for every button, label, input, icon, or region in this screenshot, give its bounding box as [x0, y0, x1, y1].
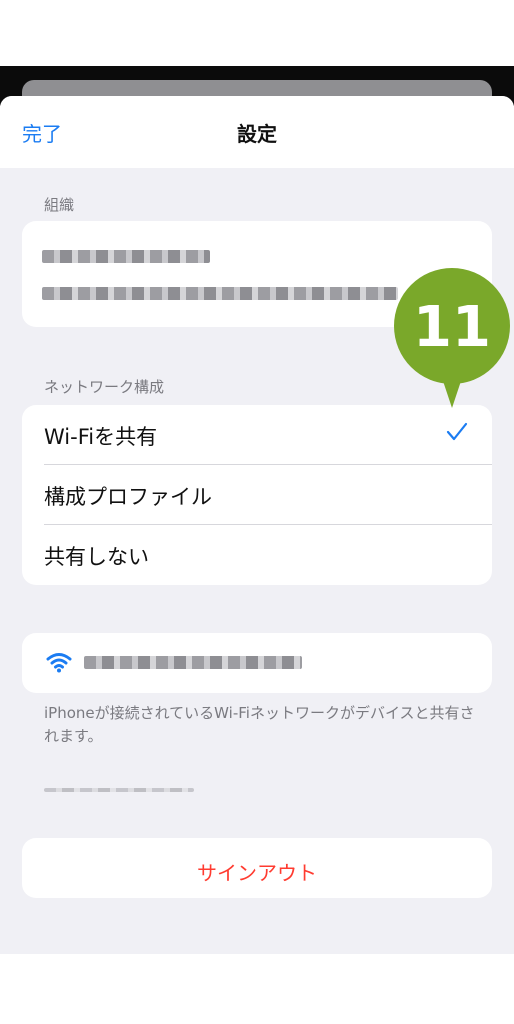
option-label: 共有しない: [44, 545, 149, 569]
step-number-label: 11: [413, 295, 491, 360]
checkmark-icon: [446, 422, 468, 441]
redacted-faint-line: [44, 788, 194, 792]
redacted-wifi-name: [84, 656, 302, 669]
organization-section-header: 組織: [44, 196, 75, 214]
navigation-bar: 完了 設定: [0, 96, 514, 168]
redacted-organization-name: [42, 250, 210, 263]
redacted-organization-address: [42, 287, 398, 300]
settings-sheet: 完了 設定 組織 ネットワーク構成 Wi-Fiを共有 構成プロファイル 共有しな…: [0, 96, 514, 954]
wifi-footnote: iPhoneが接続されているWi-Fiネットワークがデバイスと共有されます。: [44, 704, 475, 745]
option-label: 構成プロファイル: [44, 485, 212, 509]
page-title: 設定: [237, 122, 277, 146]
option-configuration-profile[interactable]: 構成プロファイル: [22, 465, 492, 525]
network-options-card: Wi-Fiを共有 構成プロファイル 共有しない: [22, 405, 492, 585]
network-section-header: ネットワーク構成: [44, 378, 165, 396]
wifi-network-card[interactable]: [22, 633, 492, 693]
signout-button[interactable]: サインアウト: [22, 857, 492, 886]
signout-card: サインアウト: [22, 838, 492, 898]
wifi-icon: [46, 653, 72, 673]
option-share-wifi[interactable]: Wi-Fiを共有: [22, 405, 492, 465]
option-do-not-share[interactable]: 共有しない: [22, 525, 492, 585]
option-label: Wi-Fiを共有: [44, 425, 158, 449]
step-number-callout: 11: [394, 268, 510, 408]
faint-obscured-text: [44, 788, 194, 794]
